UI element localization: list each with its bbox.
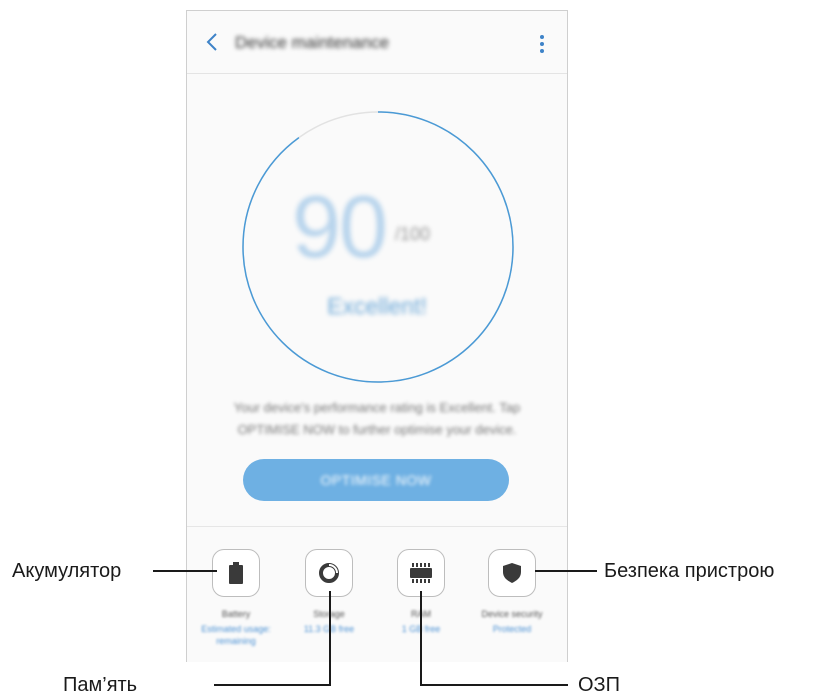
battery-button[interactable] <box>212 549 260 597</box>
page-title: Device maintenance <box>235 33 390 52</box>
optimize-now-label: OPTIMISE NOW <box>320 472 432 488</box>
callout-line-battery <box>153 570 217 572</box>
score-rating: Excellent! <box>327 293 427 319</box>
callout-line-security <box>535 570 597 572</box>
callout-storage: Пам’ять <box>63 674 138 696</box>
optimize-now-button[interactable]: OPTIMISE NOW <box>243 459 509 501</box>
performance-description: Your device's performance rating is Exce… <box>233 400 521 437</box>
callout-line-ram-h <box>420 684 568 686</box>
storage-icon <box>319 563 339 583</box>
shield-icon <box>503 563 521 583</box>
app-bar: Device maintenance <box>187 11 567 74</box>
more-options-icon[interactable] <box>539 35 545 53</box>
callout-security: Безпека пристрою <box>604 560 775 582</box>
security-label: Device security <box>481 609 543 619</box>
phone-screen: Device maintenance 90 /100 Excellent! Yo… <box>186 10 568 662</box>
callout-battery: Акумулятор <box>12 560 122 582</box>
security-button[interactable] <box>488 549 536 597</box>
security-status: Protected <box>492 624 532 634</box>
category-battery[interactable]: Battery Estimated usage: remaining <box>192 549 280 647</box>
maintenance-categories: Battery Estimated usage: remaining Stora… <box>187 526 567 662</box>
callout-ram: ОЗП <box>578 674 621 696</box>
battery-status: Estimated usage: remaining <box>201 624 271 646</box>
score-value: 90 <box>292 177 388 276</box>
ram-button[interactable] <box>397 549 445 597</box>
back-icon[interactable] <box>203 31 223 53</box>
callout-line-ram-v <box>420 591 422 685</box>
callout-line-storage-v <box>329 591 331 685</box>
callout-line-storage-h <box>214 684 331 686</box>
battery-label: Battery <box>221 609 251 619</box>
storage-button[interactable] <box>305 549 353 597</box>
category-security[interactable]: Device security Protected <box>468 549 556 635</box>
ram-chip-icon <box>410 563 432 583</box>
score-total: /100 <box>395 224 431 244</box>
battery-icon <box>229 562 243 584</box>
